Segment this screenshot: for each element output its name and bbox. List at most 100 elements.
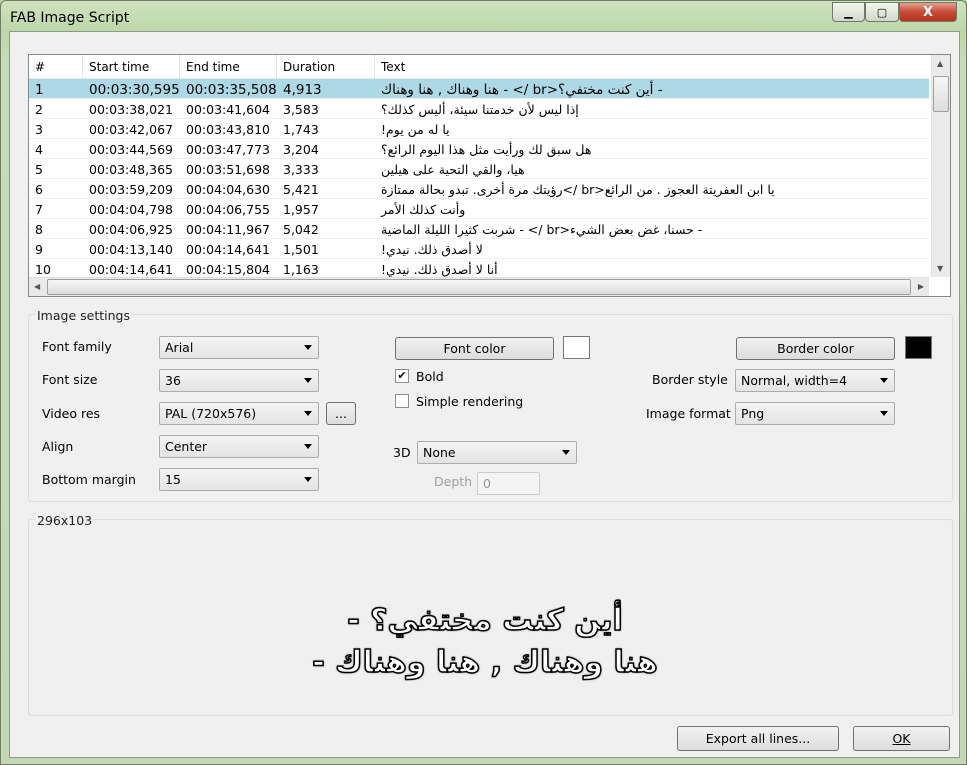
- table-row[interactable]: 10 00:04:14,641 00:04:15,804 1,163 أنا لا أص…: [29, 259, 929, 279]
- ok-button[interactable]: OK: [853, 726, 950, 751]
- row-number: 7: [35, 202, 43, 217]
- row-start-time: 00:03:48,365: [89, 162, 173, 177]
- image-format-label: Image format: [646, 406, 731, 421]
- table-row[interactable]: 6 00:03:59,209 00:04:04,630 5,421 يا ابن الع…: [29, 179, 929, 199]
- row-duration: 3,333: [283, 162, 319, 177]
- row-end-time: 00:03:41,604: [186, 102, 270, 117]
- col-text[interactable]: Text: [375, 55, 929, 78]
- checkmark-icon: ✔: [397, 369, 407, 382]
- video-res-label: Video res: [42, 406, 101, 421]
- row-end-time: 00:04:14,641: [186, 242, 270, 257]
- row-duration: 1,163: [283, 262, 319, 277]
- bottom-margin-select[interactable]: 15: [159, 468, 319, 491]
- image-settings-label: Image settings: [35, 308, 132, 323]
- font-size-select[interactable]: 36: [159, 369, 319, 392]
- align-label: Align: [42, 439, 74, 454]
- row-duration: 4,913: [283, 82, 322, 98]
- row-end-time: 00:04:04,630: [186, 182, 270, 197]
- row-text: - أين كنت مختفي؟<br /> - هنا وهناك , هنا…: [381, 82, 663, 98]
- export-all-lines-button[interactable]: Export all lines...: [677, 726, 839, 751]
- minimize-button[interactable]: ▁: [832, 2, 865, 22]
- maximize-icon: ▢: [876, 5, 888, 19]
- row-duration: 1,957: [283, 202, 319, 217]
- chevron-down-icon: [304, 444, 312, 449]
- image-format-select[interactable]: Png: [735, 402, 895, 425]
- row-number: 10: [35, 262, 51, 277]
- row-end-time: 00:04:15,804: [186, 262, 270, 277]
- table-row[interactable]: 2 00:03:38,021 00:03:41,604 3,583 إذا ليس لأ…: [29, 99, 929, 119]
- chevron-down-icon: [880, 378, 888, 383]
- col-duration[interactable]: Duration: [277, 55, 375, 78]
- video-res-select[interactable]: PAL (720x576): [159, 402, 319, 425]
- horizontal-scrollbar[interactable]: ◀ ▶: [29, 277, 929, 296]
- col-number[interactable]: #: [29, 55, 83, 78]
- row-text-cell: إذا ليس لأن خدمتنا سيئة، أليس كذلك؟: [375, 99, 929, 118]
- border-color-swatch[interactable]: [905, 336, 932, 359]
- depth-spinner[interactable]: 0: [477, 472, 540, 495]
- image-format-value: Png: [741, 406, 765, 421]
- scroll-right-icon[interactable]: ▶: [918, 282, 924, 291]
- table-row[interactable]: 7 00:04:04,798 00:04:06,755 1,957 وأنت كذلك …: [29, 199, 929, 219]
- border-color-button[interactable]: Border color: [736, 337, 895, 360]
- border-style-label: Border style: [652, 372, 728, 387]
- chevron-down-icon: [304, 378, 312, 383]
- video-res-more-button[interactable]: ...: [326, 402, 356, 425]
- row-duration: 1,501: [283, 242, 319, 257]
- row-text-cell: أنا لا أصدق ذلك. نيدي!: [375, 259, 929, 278]
- vertical-scroll-thumb[interactable]: [933, 76, 949, 112]
- row-duration: 1,743: [283, 122, 319, 137]
- row-text: يا ابن العفريتة العجوز . من الرائع<br />…: [381, 182, 775, 197]
- chevron-down-icon: [880, 411, 888, 416]
- col-end-time[interactable]: End time: [180, 55, 277, 78]
- font-color-button[interactable]: Font color: [395, 337, 554, 360]
- scroll-up-icon[interactable]: ▲: [937, 59, 943, 68]
- row-text: لا أصدق ذلك. نيدي!: [381, 242, 483, 257]
- window-title: FAB Image Script: [10, 10, 130, 26]
- bold-label: Bold: [416, 369, 444, 384]
- row-start-time: 00:03:30,595: [89, 82, 180, 98]
- client-area: # Start time End time Duration Text 1 00:…: [9, 31, 960, 758]
- align-select[interactable]: Center: [159, 435, 319, 458]
- video-res-value: PAL (720x576): [165, 406, 257, 421]
- scroll-down-icon[interactable]: ▼: [937, 264, 943, 273]
- border-style-select[interactable]: Normal, width=4: [735, 369, 895, 392]
- row-text-cell: - أين كنت مختفي؟<br /> - هنا وهناك , هنا…: [375, 79, 929, 98]
- subtitle-list[interactable]: # Start time End time Duration Text 1 00:…: [28, 54, 951, 297]
- list-header: # Start time End time Duration Text: [29, 55, 929, 79]
- table-row[interactable]: 4 00:03:44,569 00:03:47,773 3,204 هل سبق لك …: [29, 139, 929, 159]
- font-family-value: Arial: [165, 340, 194, 355]
- row-duration: 3,204: [283, 142, 319, 157]
- row-number: 3: [35, 122, 43, 137]
- preview-line-2: هنا وهناك , هنا وهناك -: [311, 644, 658, 681]
- table-row[interactable]: 9 00:04:13,140 00:04:14,641 1,501 لا أصدق ذل…: [29, 239, 929, 259]
- row-start-time: 00:03:38,021: [89, 102, 173, 117]
- maximize-button[interactable]: ▢: [865, 2, 899, 22]
- row-text-cell: لا أصدق ذلك. نيدي!: [375, 239, 929, 258]
- table-row[interactable]: 8 00:04:06,925 00:04:11,967 5,042 - حسنا، غض…: [29, 219, 929, 239]
- scroll-left-icon[interactable]: ◀: [34, 282, 40, 291]
- row-start-time: 00:04:14,641: [89, 262, 173, 277]
- row-number: 4: [35, 142, 43, 157]
- simple-rendering-checkbox[interactable]: [395, 394, 409, 408]
- row-end-time: 00:03:35,508: [186, 82, 277, 98]
- font-color-swatch[interactable]: [563, 336, 590, 359]
- font-family-select[interactable]: Arial: [159, 336, 319, 359]
- close-button[interactable]: X: [899, 2, 957, 22]
- row-start-time: 00:04:13,140: [89, 242, 173, 257]
- close-icon: X: [922, 4, 934, 20]
- bottom-margin-value: 15: [165, 472, 181, 487]
- table-row[interactable]: 1 00:03:30,595 00:03:35,508 4,913 - أين كنت …: [29, 79, 929, 99]
- font-size-label: Font size: [42, 372, 98, 387]
- row-end-time: 00:04:11,967: [186, 222, 270, 237]
- bold-checkbox[interactable]: ✔: [395, 369, 409, 383]
- vertical-scrollbar[interactable]: ▲ ▼: [931, 55, 950, 277]
- horizontal-scroll-thumb[interactable]: [47, 279, 911, 295]
- table-row[interactable]: 5 00:03:48,365 00:03:51,698 3,333 هيا، والقي…: [29, 159, 929, 179]
- app-window: FAB Image Script ▁ ▢ X # Start time End …: [0, 0, 967, 765]
- row-number: 1: [35, 82, 44, 98]
- table-row[interactable]: 3 00:03:42,067 00:03:43,810 1,743 يا له من ي…: [29, 119, 929, 139]
- row-text: هيا، والقي التحية على هيلين: [381, 162, 525, 177]
- three-d-select[interactable]: None: [417, 441, 577, 464]
- row-end-time: 00:03:51,698: [186, 162, 270, 177]
- col-start-time[interactable]: Start time: [83, 55, 180, 78]
